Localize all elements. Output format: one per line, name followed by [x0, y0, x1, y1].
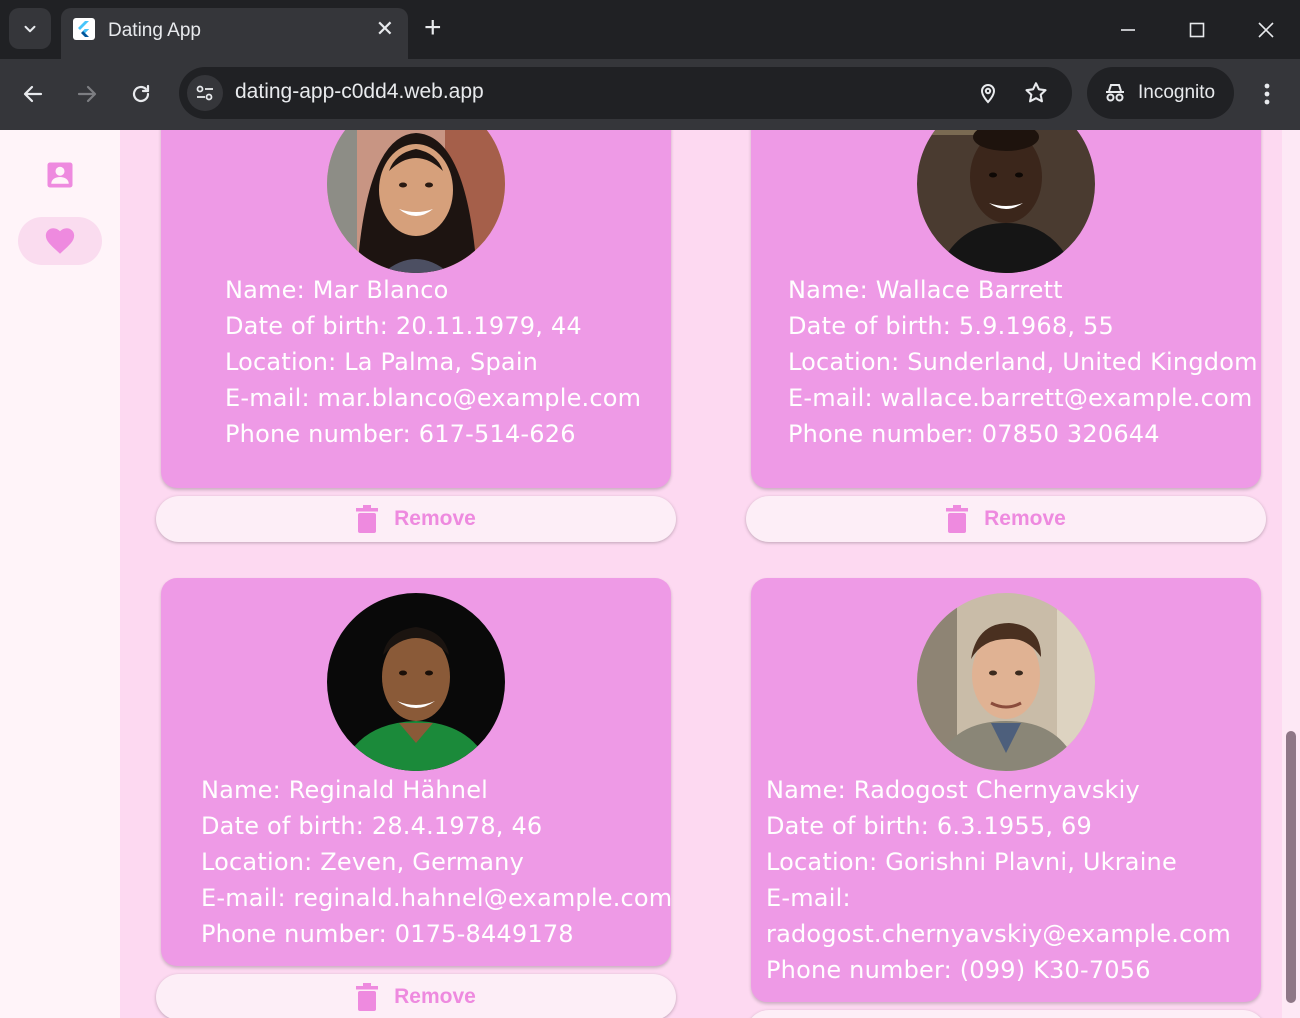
remove-button[interactable]: [746, 1010, 1266, 1018]
reload-icon[interactable]: [123, 76, 159, 112]
navigation-rail: [0, 130, 120, 1018]
remove-button[interactable]: Remove: [156, 496, 676, 542]
site-settings-icon[interactable]: [187, 75, 223, 111]
back-icon[interactable]: [15, 76, 51, 112]
url-text[interactable]: dating-app-c0dd4.web.app: [235, 80, 484, 104]
profile-email: E-mail: reginald.hahnel@example.com: [201, 884, 671, 912]
scrollbar[interactable]: [1282, 130, 1300, 1018]
profile-info: Name: Wallace Barrett Date of birth: 5.9…: [788, 272, 1258, 452]
maximize-icon[interactable]: [1177, 12, 1217, 48]
profile-dob: Date of birth: 20.11.1979, 44: [225, 312, 582, 340]
new-tab-icon[interactable]: +: [424, 12, 442, 44]
profile-name: Name: Radogost Chernyavskiy: [766, 776, 1140, 804]
scrollbar-thumb[interactable]: [1286, 731, 1296, 1003]
bookmark-star-icon[interactable]: [1022, 79, 1050, 107]
heart-icon: [45, 228, 75, 254]
nav-profile[interactable]: [18, 151, 102, 199]
profile-name: Name: Wallace Barrett: [788, 276, 1063, 304]
forward-icon[interactable]: [69, 76, 105, 112]
profile-email: E-mail: mar.blanco@example.com: [225, 384, 642, 412]
profile-card: Name: Mar Blanco Date of birth: 20.11.19…: [161, 130, 671, 488]
profile-phone: Phone number: 0175-8449178: [201, 920, 574, 948]
avatar: [327, 593, 505, 771]
profile-location: Location: Sunderland, United Kingdom: [788, 348, 1258, 376]
profile-email-value: radogost.chernyavskiy@example.com: [766, 920, 1231, 948]
avatar: [917, 593, 1095, 771]
profile-phone: Phone number: 07850 320644: [788, 420, 1160, 448]
avatar: [917, 130, 1095, 273]
browser-toolbar: dating-app-c0dd4.web.app Incognito: [0, 59, 1300, 130]
nav-favorites[interactable]: [18, 217, 102, 265]
remove-button[interactable]: Remove: [746, 496, 1266, 542]
profile-info: Name: Reginald Hähnel Date of birth: 28.…: [201, 772, 671, 952]
profile-card: Name: Reginald Hähnel Date of birth: 28.…: [161, 578, 671, 966]
trash-icon: [946, 505, 969, 533]
favorites-list: Name: Mar Blanco Date of birth: 20.11.19…: [120, 130, 1282, 1018]
remove-button[interactable]: Remove: [156, 974, 676, 1018]
remove-label: Remove: [394, 985, 476, 1008]
incognito-indicator[interactable]: Incognito: [1087, 67, 1234, 119]
app-viewport: Name: Mar Blanco Date of birth: 20.11.19…: [0, 130, 1300, 1018]
profile-dob: Date of birth: 28.4.1978, 46: [201, 812, 543, 840]
remove-label: Remove: [394, 507, 476, 530]
profile-location: Location: Zeven, Germany: [201, 848, 524, 876]
profile-location: Location: La Palma, Spain: [225, 348, 539, 376]
profile-name: Name: Reginald Hähnel: [201, 776, 489, 804]
remove-label: Remove: [984, 507, 1066, 530]
profile-dob: Date of birth: 5.9.1968, 55: [788, 312, 1114, 340]
profile-phone: Phone number: (099) K30-7056: [766, 956, 1151, 984]
profile-icon: [47, 162, 73, 188]
profile-info: Name: Mar Blanco Date of birth: 20.11.19…: [225, 272, 641, 452]
incognito-icon: [1106, 84, 1124, 102]
flutter-favicon-icon: [73, 18, 95, 40]
trash-icon: [356, 505, 379, 533]
close-tab-icon[interactable]: ✕: [376, 17, 394, 41]
browser-tab-strip: Dating App ✕ +: [0, 0, 1300, 59]
more-menu-icon[interactable]: [1252, 76, 1282, 112]
profile-dob: Date of birth: 6.3.1955, 69: [766, 812, 1092, 840]
profile-email: E-mail: wallace.barrett@example.com: [788, 384, 1253, 412]
incognito-label: Incognito: [1138, 82, 1216, 103]
close-window-icon[interactable]: [1246, 12, 1286, 48]
browser-tab[interactable]: Dating App ✕: [61, 8, 408, 59]
profile-info: Name: Radogost Chernyavskiy Date of birt…: [766, 772, 1231, 988]
profile-name: Name: Mar Blanco: [225, 276, 449, 304]
profile-card: Name: Radogost Chernyavskiy Date of birt…: [751, 578, 1261, 1002]
profile-email-label: E-mail:: [766, 884, 851, 912]
profile-card: Name: Wallace Barrett Date of birth: 5.9…: [751, 130, 1261, 488]
avatar: [327, 130, 505, 273]
chevron-down-icon: [24, 25, 36, 32]
address-bar[interactable]: dating-app-c0dd4.web.app: [179, 67, 1072, 119]
trash-icon: [356, 983, 379, 1011]
profile-location: Location: Gorishni Plavni, Ukraine: [766, 848, 1177, 876]
tab-title: Dating App: [108, 20, 201, 41]
profile-phone: Phone number: 617-514-626: [225, 420, 576, 448]
location-pin-icon[interactable]: [974, 79, 1002, 107]
tab-search-button[interactable]: [9, 8, 51, 49]
minimize-icon[interactable]: [1108, 12, 1148, 48]
